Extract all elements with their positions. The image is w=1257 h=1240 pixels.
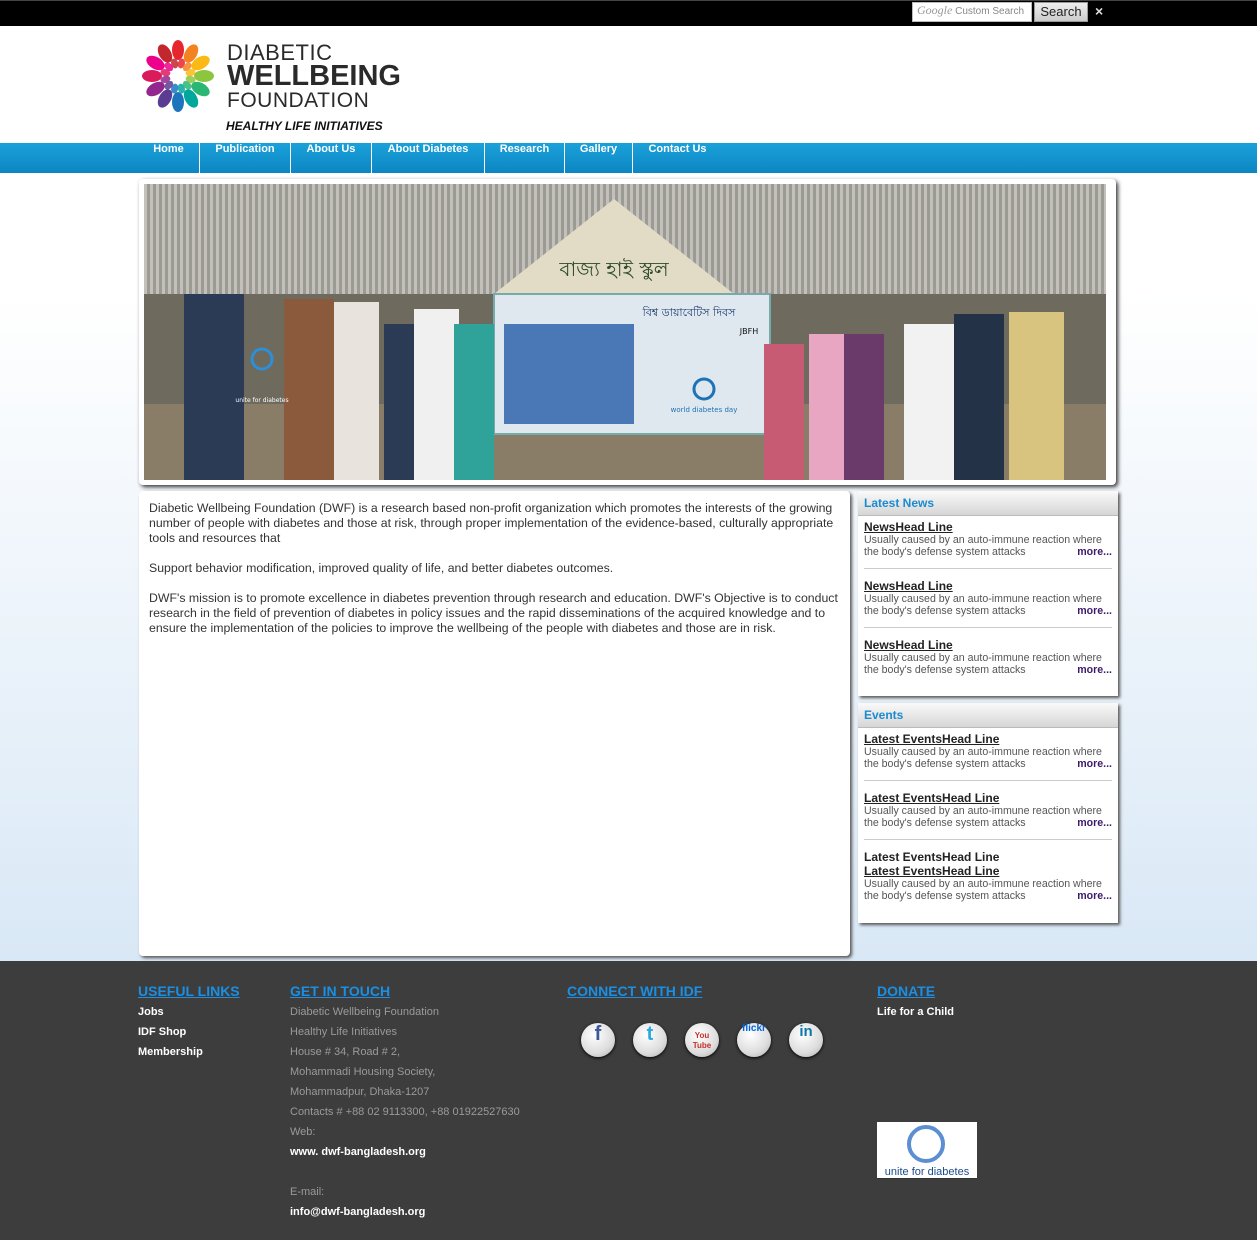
top-bar: Google Custom Search Search × xyxy=(0,0,1257,26)
contact-phones: Contacts # +88 02 9113300, +88 019225276… xyxy=(290,1106,520,1118)
footer-link-idf-shop[interactable]: IDF Shop xyxy=(138,1026,186,1038)
support-paragraph: Support behavior modification, improved … xyxy=(149,561,614,575)
search-input[interactable]: Google Custom Search xyxy=(912,2,1032,22)
event-excerpt: Usually caused by an auto-immune reactio… xyxy=(864,878,1102,902)
nav-publication[interactable]: Publication xyxy=(200,143,291,173)
header: DIABETIC WELLBEING FOUNDATION HEALTHY LI… xyxy=(0,26,1257,143)
banner: বাজ্য হাই স্কুল বিশ্ব ডায়াবেটিস দিবস JB… xyxy=(139,179,1116,485)
banner-poster-event: world diabetes day xyxy=(671,406,738,414)
news-more-link[interactable]: more... xyxy=(1077,605,1112,617)
event-headline[interactable]: Latest EventsHead Line xyxy=(864,864,1112,878)
event-ghost-headline: Latest EventsHead Line xyxy=(864,850,1112,861)
donate-link-life-for-a-child[interactable]: Life for a Child xyxy=(877,1006,954,1018)
news-headline[interactable]: NewsHead Line xyxy=(864,520,1112,534)
news-divider xyxy=(864,627,1112,628)
useful-links-title[interactable]: USEFUL LINKS xyxy=(138,983,240,999)
contact-email-label: E-mail: xyxy=(290,1186,325,1198)
contact-address-3: Mohammadpur, Dhaka-1207 xyxy=(290,1086,430,1098)
event-excerpt: Usually caused by an auto-immune reactio… xyxy=(864,805,1102,829)
news-item: NewsHead Line Usually caused by an auto-… xyxy=(864,520,1112,558)
banner-poster-logo: JBFH xyxy=(739,327,758,336)
events-box: Events Latest EventsHead Line Usually ca… xyxy=(858,703,1118,923)
news-excerpt: Usually caused by an auto-immune reactio… xyxy=(864,593,1102,617)
events-title: Events xyxy=(858,703,1118,728)
news-item: NewsHead Line Usually caused by an auto-… xyxy=(864,579,1112,617)
contact-email-link[interactable]: info@dwf-bangladesh.org xyxy=(290,1206,425,1218)
logo-petal xyxy=(172,40,184,60)
event-item: Latest EventsHead Line Usually caused by… xyxy=(864,864,1112,902)
news-excerpt: Usually caused by an auto-immune reactio… xyxy=(864,652,1102,676)
contact-web-link[interactable]: www. dwf-bangladesh.org xyxy=(290,1146,426,1158)
flickr-icon[interactable]: flickr xyxy=(737,1023,771,1057)
event-more-link[interactable]: more... xyxy=(1077,817,1112,829)
footer-link-membership[interactable]: Membership xyxy=(138,1046,203,1058)
banner-poster-title: বিশ্ব ডায়াবেটিস দিবস xyxy=(642,306,736,319)
footer: USEFUL LINKS Jobs IDF Shop Membership GE… xyxy=(0,961,1257,1240)
news-divider xyxy=(864,568,1112,569)
banner-shirt-text: unite for diabetes xyxy=(235,397,288,404)
event-more-link[interactable]: more... xyxy=(1077,890,1112,902)
latest-news-box: Latest News NewsHead Line Usually caused… xyxy=(858,491,1118,696)
contact-org: Diabetic Wellbeing Foundation xyxy=(290,1006,439,1018)
connect-title[interactable]: CONNECT WITH IDF xyxy=(567,983,702,999)
nav-about-diabetes[interactable]: About Diabetes xyxy=(372,143,485,173)
contact-tagline: Healthy Life Initiatives xyxy=(290,1026,397,1038)
contact-address-1: House # 34, Road # 2, xyxy=(290,1046,401,1058)
nav-research[interactable]: Research xyxy=(485,143,565,173)
banner-photo: বাজ্য হাই স্কুল বিশ্ব ডায়াবেটিস দিবস JB… xyxy=(144,184,1106,480)
banner-sign-text: বাজ্য হাই স্কুল xyxy=(558,257,669,281)
contact-web-label: Web: xyxy=(290,1126,316,1138)
tagline: HEALTHY LIFE INITIATIVES xyxy=(226,119,383,133)
event-divider xyxy=(864,780,1112,781)
close-icon[interactable]: × xyxy=(1095,3,1103,19)
news-headline[interactable]: NewsHead Line xyxy=(864,638,1112,652)
facebook-icon[interactable]: f xyxy=(581,1023,615,1057)
nav-home[interactable]: Home xyxy=(138,143,200,173)
search-button[interactable]: Search xyxy=(1034,2,1088,22)
news-more-link[interactable]: more... xyxy=(1077,664,1112,676)
get-in-touch-title[interactable]: GET IN TOUCH xyxy=(290,983,390,999)
unite-for-diabetes-badge[interactable]: unite for diabetes xyxy=(877,1122,977,1179)
search-placeholder: Custom Search xyxy=(955,6,1025,17)
event-headline[interactable]: Latest EventsHead Line xyxy=(864,791,1112,805)
blue-circle-icon xyxy=(907,1125,945,1163)
footer-link-jobs[interactable]: Jobs xyxy=(138,1006,164,1018)
unite-badge-text: unite for diabetes xyxy=(877,1166,977,1179)
contact-address-2: Mohammadi Housing Society, xyxy=(290,1066,436,1078)
youtube-icon[interactable]: You Tube xyxy=(685,1023,719,1057)
main-content: Diabetic Wellbeing Foundation (DWF) is a… xyxy=(139,491,850,956)
news-headline[interactable]: NewsHead Line xyxy=(864,579,1112,593)
logo-petal xyxy=(172,92,184,112)
news-item: NewsHead Line Usually caused by an auto-… xyxy=(864,638,1112,676)
mission-paragraph: DWF's mission is to promote excellence i… xyxy=(149,591,838,635)
logo-center xyxy=(173,71,183,81)
event-headline-ghost: Latest EventsHead Line xyxy=(864,850,1000,861)
latest-news-title: Latest News xyxy=(858,491,1118,516)
donate-title[interactable]: DONATE xyxy=(877,983,935,999)
event-item: Latest EventsHead Line Usually caused by… xyxy=(864,732,1112,770)
main-nav: Home Publication About Us About Diabetes… xyxy=(0,143,1257,173)
nav-gallery[interactable]: Gallery xyxy=(565,143,633,173)
event-item: Latest EventsHead Line Usually caused by… xyxy=(864,791,1112,829)
nav-contact-us[interactable]: Contact Us xyxy=(633,143,722,173)
event-divider xyxy=(864,839,1112,840)
logo-line-foundation: FOUNDATION xyxy=(227,89,370,112)
intro-paragraph: Diabetic Wellbeing Foundation (DWF) is a… xyxy=(149,501,834,545)
twitter-icon[interactable]: t xyxy=(633,1023,667,1057)
event-more-link[interactable]: more... xyxy=(1077,758,1112,770)
news-excerpt: Usually caused by an auto-immune reactio… xyxy=(864,534,1102,558)
logo-petal xyxy=(142,70,162,82)
linkedin-icon[interactable]: in xyxy=(789,1023,823,1057)
news-more-link[interactable]: more... xyxy=(1077,546,1112,558)
event-excerpt: Usually caused by an auto-immune reactio… xyxy=(864,746,1102,770)
logo-petal xyxy=(194,70,214,82)
event-headline[interactable]: Latest EventsHead Line xyxy=(864,732,1112,746)
logo-flower-icon[interactable] xyxy=(138,36,218,116)
nav-about-us[interactable]: About Us xyxy=(291,143,372,173)
google-logo: Google xyxy=(917,3,953,17)
